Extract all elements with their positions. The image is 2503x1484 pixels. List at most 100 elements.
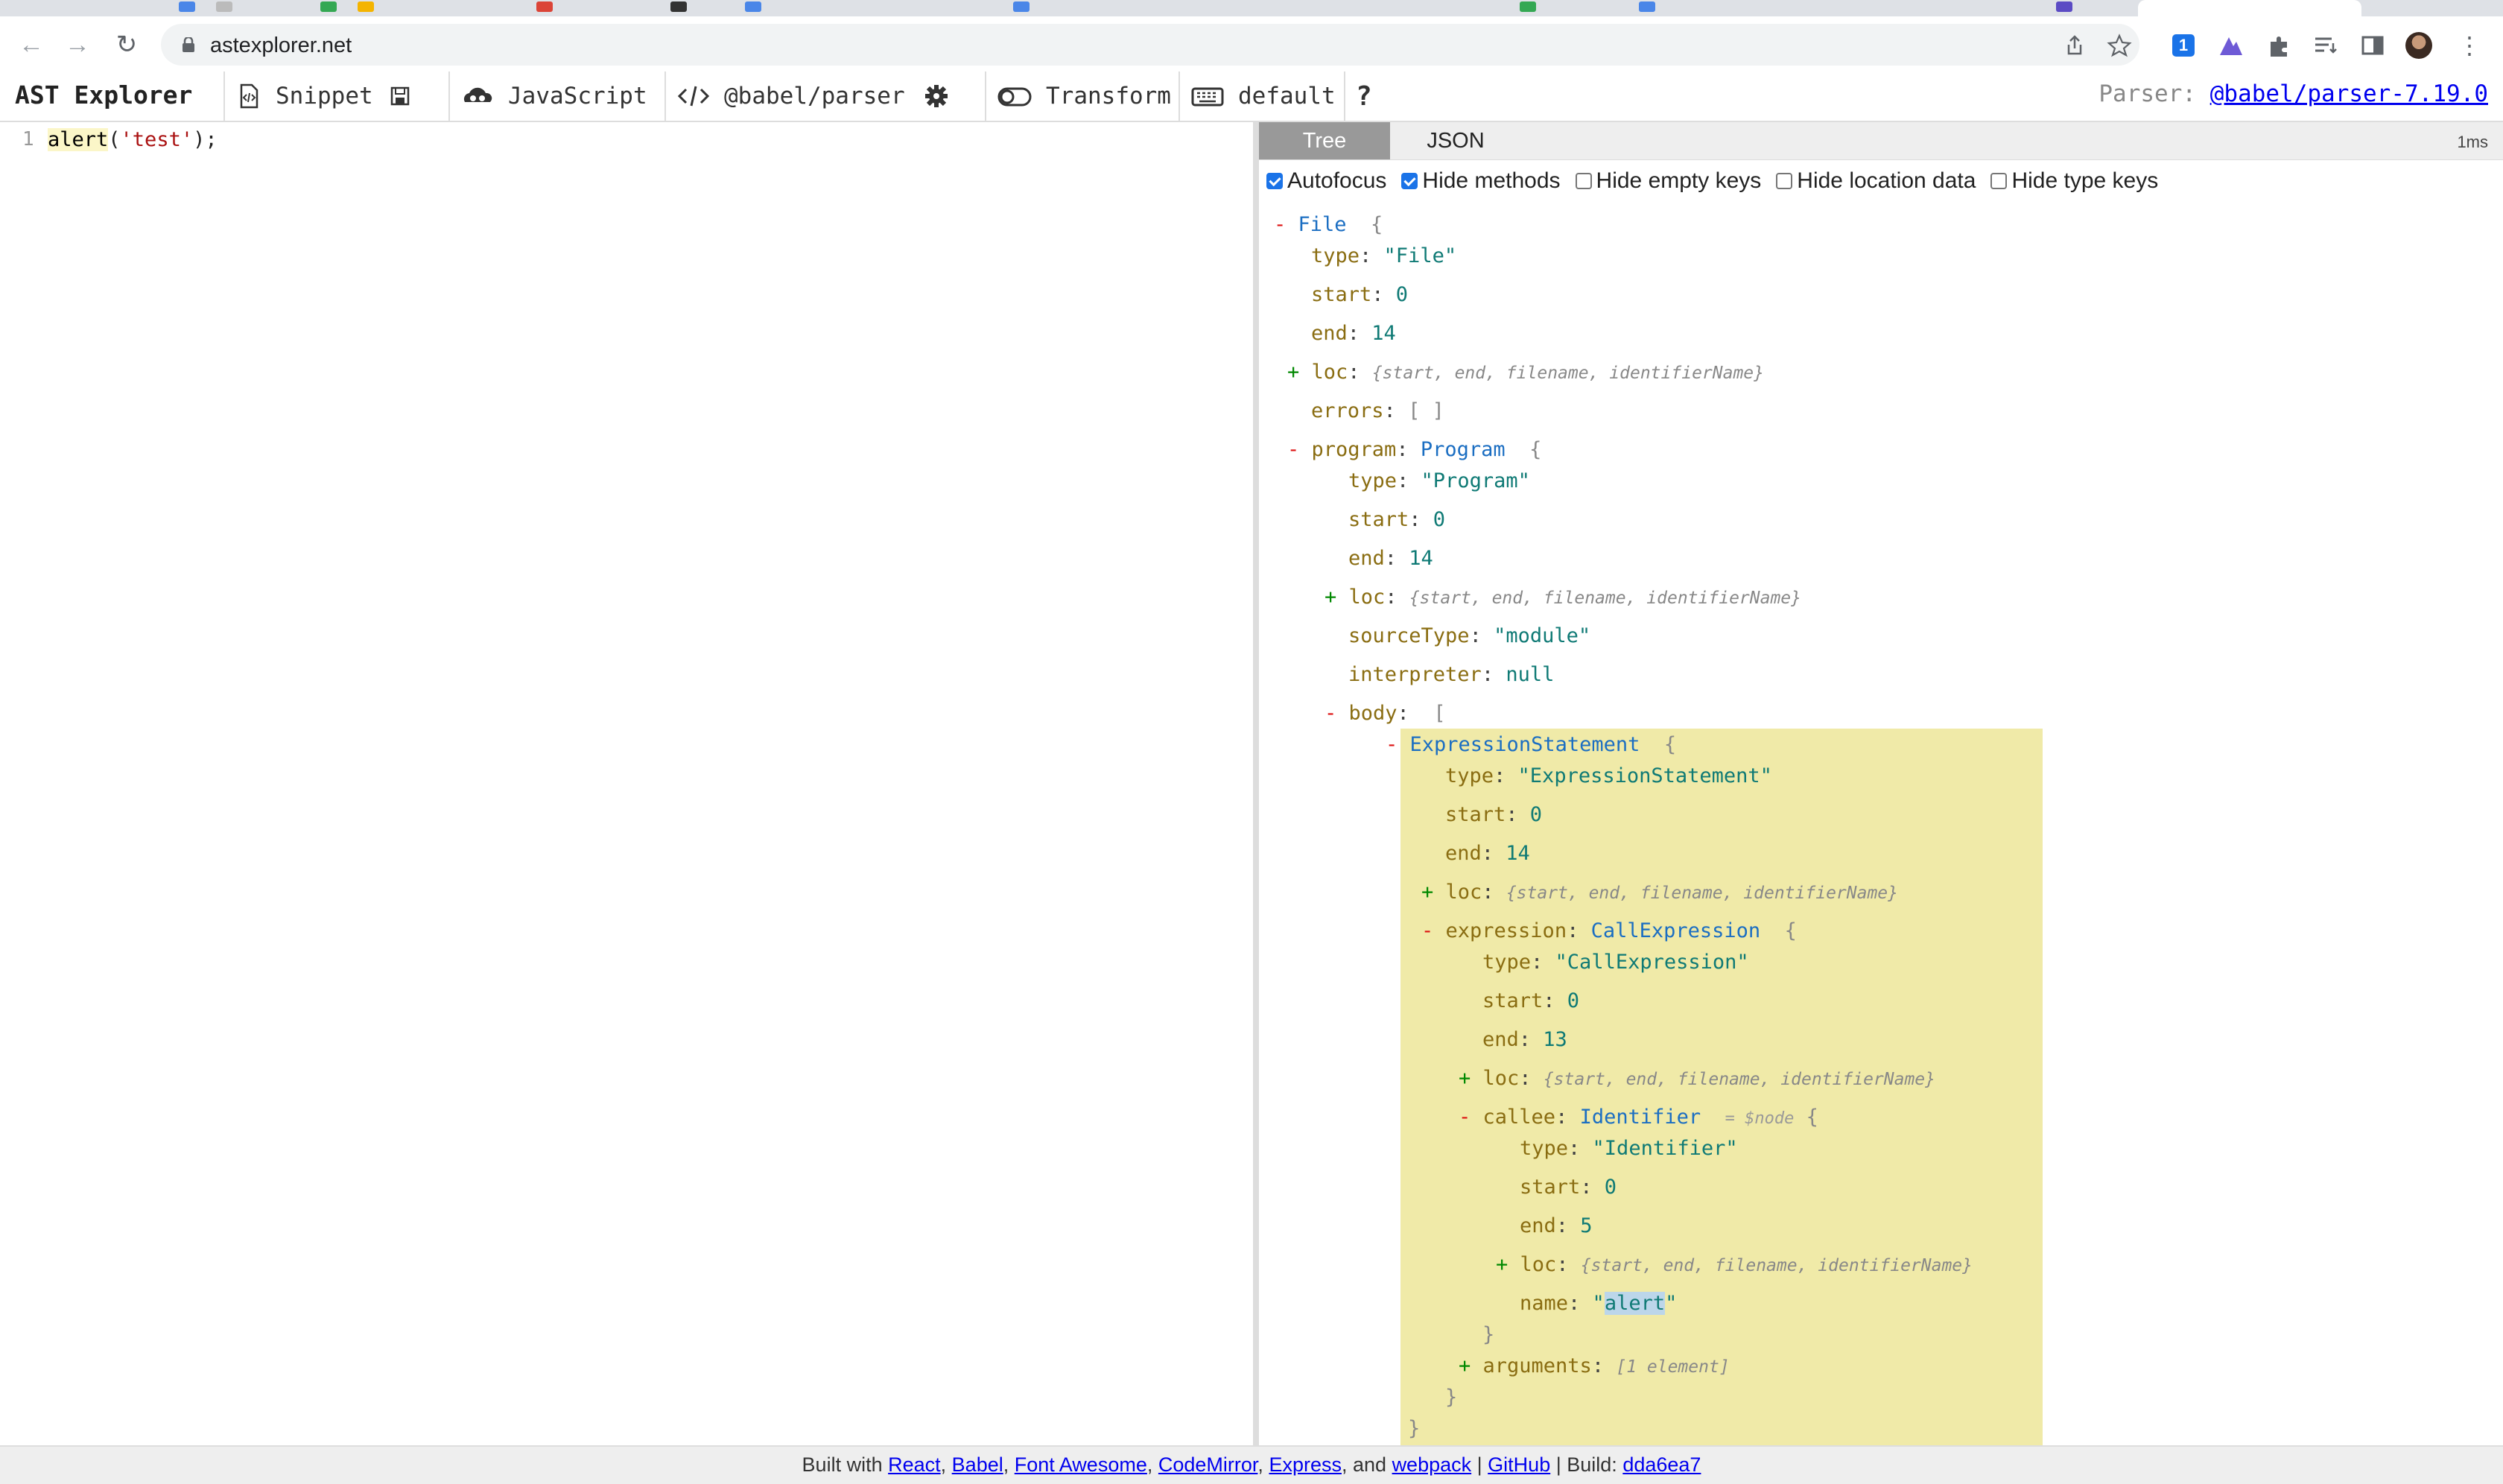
tree-prop-body[interactable]: - body: [ (1325, 702, 1446, 725)
option-autofocus[interactable]: Autofocus (1266, 168, 1386, 194)
link-react[interactable]: React (888, 1453, 941, 1476)
collapse-toggle[interactable]: - (1325, 702, 1349, 725)
help-icon: ? (1356, 80, 1372, 112)
hide-type-keys-checkbox[interactable] (1990, 173, 2008, 189)
tab-json[interactable]: JSON (1390, 122, 1521, 159)
collapse-toggle[interactable]: - (1386, 733, 1410, 756)
hide-methods-checkbox[interactable] (1401, 173, 1418, 189)
tree-prop-source-type: sourceType: "module" (1348, 624, 1591, 647)
tree-prop-loc[interactable]: + loc: {start, end, filename, identifier… (1496, 1253, 1973, 1276)
share-icon[interactable] (2062, 33, 2087, 58)
tab-favicon[interactable] (536, 1, 553, 12)
tree-node-call-expression[interactable]: - expression: CallExpression { (1421, 919, 1797, 942)
save-icon[interactable] (387, 83, 413, 110)
link-codemirror[interactable]: CodeMirror (1158, 1453, 1258, 1476)
tab-tree[interactable]: Tree (1259, 122, 1390, 159)
expand-toggle[interactable]: + (1496, 1253, 1520, 1276)
code-identifier[interactable]: alert (48, 128, 109, 151)
hide-empty-keys-checkbox[interactable] (1575, 173, 1592, 189)
option-hide-type-keys[interactable]: Hide type keys (1990, 168, 2158, 194)
expand-toggle[interactable]: + (1287, 361, 1312, 384)
tree-prop-loc[interactable]: + loc: {start, end, filename, identifier… (1421, 881, 1898, 904)
reload-icon[interactable]: ↻ (112, 30, 142, 60)
extensions-icon[interactable] (2265, 31, 2293, 60)
forward-icon[interactable]: → (63, 30, 92, 60)
password-manager-icon[interactable]: 1 (2169, 31, 2198, 60)
tree-prop-type: type: "Identifier" (1520, 1137, 1738, 1160)
back-icon[interactable]: ← (16, 30, 46, 60)
tab-favicon[interactable] (1639, 1, 1655, 12)
tree-node-callee-identifier[interactable]: - callee: Identifier = $node { (1459, 1106, 1818, 1129)
parser-version-link[interactable]: @babel/parser-7.19.0 (2210, 80, 2488, 107)
collapse-toggle[interactable]: - (1274, 213, 1298, 236)
node-type-name[interactable]: File (1298, 213, 1347, 236)
code-editor[interactable]: 1 alert('test'); (0, 122, 1253, 1445)
tree-prop-loc[interactable]: + loc: {start, end, filename, identifier… (1287, 361, 1764, 384)
collapse-toggle[interactable]: - (1287, 438, 1312, 461)
transform-label: Transform (1046, 83, 1171, 110)
tab-favicon[interactable] (358, 1, 374, 12)
tree-node-file[interactable]: - File { (1274, 213, 1383, 236)
collapse-toggle[interactable]: - (1459, 1106, 1483, 1129)
option-hide-empty-keys[interactable]: Hide empty keys (1575, 168, 1761, 194)
expand-toggle[interactable]: + (1459, 1067, 1483, 1090)
autofocus-checkbox[interactable] (1266, 173, 1283, 189)
tab-favicon[interactable] (216, 1, 232, 12)
url-text[interactable]: astexplorer.net (210, 34, 352, 58)
language-select[interactable]: JavaScript (448, 72, 664, 121)
link-express[interactable]: Express (1269, 1453, 1342, 1476)
extension-logo-icon[interactable] (2217, 31, 2245, 60)
tab-favicon[interactable] (2056, 1, 2072, 12)
active-browser-tab[interactable] (2138, 0, 2361, 16)
panel-splitter[interactable] (1253, 122, 1259, 1445)
tree-prop-start: start: 0 (1482, 989, 1580, 1012)
footer-and: , and (1341, 1453, 1387, 1476)
hide-location-data-checkbox[interactable] (1776, 173, 1793, 189)
help-button[interactable]: ? (1344, 72, 1389, 121)
prop-value: [ ] (1408, 399, 1444, 422)
link-babel[interactable]: Babel (952, 1453, 1003, 1476)
expand-toggle[interactable]: + (1421, 881, 1446, 904)
bookmark-star-icon[interactable] (2107, 33, 2132, 58)
tree-prop-start: start: 0 (1520, 1176, 1617, 1199)
tree-prop-arguments[interactable]: + arguments: [1 element] (1459, 1354, 1730, 1377)
tree-prop-loc[interactable]: + loc: {start, end, filename, identifier… (1459, 1067, 1935, 1090)
tree-node-expression-statement[interactable]: - ExpressionStatement { (1386, 733, 1676, 756)
ast-tree: - File { type: "File" start: 0 end: 14 +… (1259, 203, 2503, 1445)
tree-node-program[interactable]: - program: Program { (1287, 438, 1541, 461)
tab-favicon[interactable] (1013, 1, 1030, 12)
kebab-menu-icon[interactable]: ⋮ (2455, 31, 2484, 60)
tab-favicon[interactable] (320, 1, 337, 12)
option-hide-location-data[interactable]: Hide location data (1776, 168, 1976, 194)
link-github[interactable]: GitHub (1488, 1453, 1550, 1476)
link-build-hash[interactable]: dda6ea7 (1622, 1453, 1701, 1476)
reading-list-icon[interactable] (2311, 31, 2339, 60)
transform-toggle[interactable]: Transform (985, 72, 1178, 121)
tree-prop-end: end: 14 (1348, 547, 1433, 570)
link-webpack[interactable]: webpack (1392, 1453, 1472, 1476)
tree-prop-name: name: "alert" (1520, 1292, 1678, 1315)
tab-favicon[interactable] (1520, 1, 1536, 12)
tree-prop-start: start: 0 (1348, 508, 1446, 531)
gear-icon[interactable] (923, 83, 950, 110)
tree-options: Autofocus Hide methods Hide empty keys H… (1266, 168, 2173, 194)
collapse-toggle[interactable]: - (1421, 919, 1446, 942)
tab-favicon[interactable] (745, 1, 761, 12)
profile-avatar[interactable] (2405, 31, 2433, 60)
expand-toggle[interactable]: + (1325, 586, 1349, 609)
parser-select[interactable]: @babel/parser (664, 72, 985, 121)
code-line[interactable]: alert('test'); (48, 128, 218, 151)
option-hide-methods[interactable]: Hide methods (1401, 168, 1561, 194)
tab-favicon[interactable] (179, 1, 195, 12)
snippet-menu[interactable]: Snippet (223, 72, 448, 121)
tab-favicon[interactable] (670, 1, 687, 12)
tree-prop-loc[interactable]: + loc: {start, end, filename, identifier… (1325, 586, 1801, 609)
side-panel-icon[interactable] (2358, 31, 2387, 60)
keymap-select[interactable]: default (1178, 72, 1344, 121)
expand-toggle[interactable]: + (1459, 1354, 1483, 1377)
output-panel: Tree JSON 1ms Autofocus Hide methods Hid… (1259, 122, 2503, 1445)
link-font-awesome[interactable]: Font Awesome (1015, 1453, 1147, 1476)
code-string[interactable]: 'test' (121, 128, 194, 151)
address-bar[interactable]: astexplorer.net (161, 24, 2139, 66)
code-file-icon (240, 83, 258, 109)
